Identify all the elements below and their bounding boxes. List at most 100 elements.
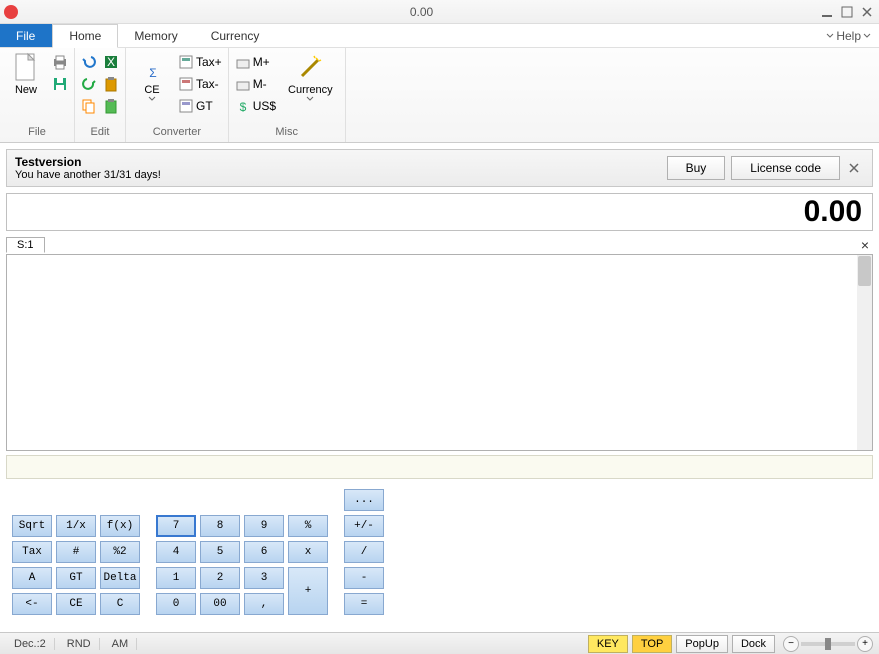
key-c[interactable]: C	[100, 593, 140, 615]
status-am[interactable]: AM	[104, 638, 138, 650]
mminus-button[interactable]: M-	[233, 74, 278, 94]
chevron-down-icon	[148, 96, 156, 102]
key-+/-[interactable]: +/-	[344, 515, 384, 537]
save-button[interactable]	[50, 74, 70, 94]
uss-button[interactable]: $US$	[233, 96, 278, 116]
close-button[interactable]	[859, 4, 875, 20]
key-ce[interactable]: CE	[56, 593, 96, 615]
key-[interactable]: %	[288, 515, 328, 537]
key-4[interactable]: 4	[156, 541, 196, 563]
clipboard-icon	[103, 98, 119, 114]
tape-tab[interactable]: S:1	[6, 237, 45, 253]
tape-area: S:1 ×	[6, 235, 873, 451]
save-icon	[52, 76, 68, 92]
status-rnd[interactable]: RND	[59, 638, 100, 650]
zoom-in-button[interactable]: +	[857, 636, 873, 652]
key-7[interactable]: 7	[156, 515, 196, 537]
currency-button[interactable]: Currency	[280, 50, 341, 106]
file-tab[interactable]: File	[0, 24, 52, 47]
status-dock-button[interactable]: Dock	[732, 635, 775, 653]
taxplus-button[interactable]: Tax+	[176, 52, 224, 72]
excel-icon: X	[103, 54, 119, 70]
dollar-icon: $	[235, 98, 251, 114]
ribbon-group-converter: Σ CE Tax+ Tax- GT Converter	[126, 48, 229, 142]
zoom-out-button[interactable]: −	[783, 636, 799, 652]
memory-icon	[235, 54, 251, 70]
key-2[interactable]: %2	[100, 541, 140, 563]
key-plus[interactable]: +	[288, 567, 328, 615]
key-/[interactable]: /	[344, 541, 384, 563]
clipboard-button[interactable]	[101, 96, 121, 116]
key-expand[interactable]: ...	[344, 489, 384, 511]
chevron-down-icon	[306, 96, 314, 102]
key-6[interactable]: 6	[244, 541, 284, 563]
key-1x[interactable]: 1/x	[56, 515, 96, 537]
print-button[interactable]	[50, 52, 70, 72]
home-tab[interactable]: Home	[52, 24, 118, 48]
key-9[interactable]: 9	[244, 515, 284, 537]
memory-tab[interactable]: Memory	[118, 24, 194, 47]
key-8[interactable]: 8	[200, 515, 240, 537]
undo-button[interactable]	[79, 52, 99, 72]
app-icon	[4, 5, 18, 19]
window-title: 0.00	[24, 5, 819, 19]
key-tax[interactable]: Tax	[12, 541, 52, 563]
formula-bar[interactable]	[6, 455, 873, 479]
currency-tab[interactable]: Currency	[195, 24, 277, 47]
scrollbar[interactable]	[857, 255, 872, 450]
license-button[interactable]: License code	[731, 156, 840, 180]
statusbar: Dec.:2 RND AM KEY TOP PopUp Dock − +	[0, 632, 879, 654]
copy-icon	[81, 98, 97, 114]
key-delta[interactable]: Delta	[100, 567, 140, 589]
trial-close-button[interactable]	[848, 162, 864, 174]
key-gt[interactable]: GT	[56, 567, 96, 589]
tape-close-button[interactable]: ×	[857, 237, 873, 253]
key-[interactable]: <-	[12, 593, 52, 615]
zoom-slider[interactable]	[801, 642, 855, 646]
ribbon-group-file: New File	[0, 48, 75, 142]
status-dec[interactable]: Dec.:2	[6, 638, 55, 650]
key-3[interactable]: 3	[244, 567, 284, 589]
key-5[interactable]: 5	[200, 541, 240, 563]
status-popup-button[interactable]: PopUp	[676, 635, 728, 653]
help-menu[interactable]: Help	[818, 24, 879, 47]
gt-button[interactable]: GT	[176, 96, 224, 116]
redo-button[interactable]	[79, 74, 99, 94]
key-fx[interactable]: f(x)	[100, 515, 140, 537]
new-button[interactable]: New	[4, 50, 48, 100]
wand-icon	[296, 54, 324, 82]
tape-body	[6, 255, 873, 451]
paste-button[interactable]	[101, 74, 121, 94]
sigma-icon: Σ	[138, 54, 166, 82]
maximize-button[interactable]	[839, 4, 855, 20]
status-top-button[interactable]: TOP	[632, 635, 672, 653]
key-[interactable]: ,	[244, 593, 284, 615]
mplus-button[interactable]: M+	[233, 52, 278, 72]
key-[interactable]: #	[56, 541, 96, 563]
minimize-button[interactable]	[819, 4, 835, 20]
memory-icon	[235, 76, 251, 92]
key-=[interactable]: =	[344, 593, 384, 615]
trial-subtitle: You have another 31/31 days!	[15, 169, 661, 181]
key-2[interactable]: 2	[200, 567, 240, 589]
calc-icon	[178, 76, 194, 92]
redo-icon	[81, 76, 97, 92]
key-sqrt[interactable]: Sqrt	[12, 515, 52, 537]
printer-icon	[52, 54, 68, 70]
key-1[interactable]: 1	[156, 567, 196, 589]
key-x[interactable]: x	[288, 541, 328, 563]
copy-button[interactable]	[79, 96, 99, 116]
buy-button[interactable]: Buy	[667, 156, 726, 180]
excel-button[interactable]: X	[101, 52, 121, 72]
ce-button[interactable]: Σ CE	[130, 50, 174, 106]
ribbon-group-misc: M+ M- $US$ Currency Misc	[229, 48, 346, 142]
key-a[interactable]: A	[12, 567, 52, 589]
new-file-icon	[12, 54, 40, 82]
taxminus-button[interactable]: Tax-	[176, 74, 224, 94]
chevron-down-icon	[826, 32, 834, 40]
key-0[interactable]: 0	[156, 593, 196, 615]
svg-text:$: $	[239, 100, 246, 113]
status-key-button[interactable]: KEY	[588, 635, 628, 653]
key--[interactable]: -	[344, 567, 384, 589]
key-00[interactable]: 00	[200, 593, 240, 615]
